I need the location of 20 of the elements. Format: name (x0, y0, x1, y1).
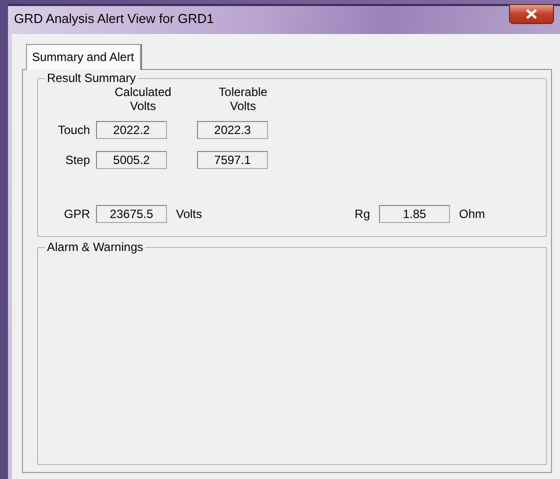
value-field: 1.85 (379, 205, 450, 223)
value-field: 23675.5 (96, 205, 167, 223)
unit-label: Volts (176, 206, 202, 223)
close-button[interactable] (509, 4, 554, 24)
window-title: GRD Analysis Alert View for GRD1 (14, 10, 214, 28)
column-header: Tolerable Volts (218, 85, 268, 113)
field-label: Rg (354, 206, 372, 223)
value-field: 2022.2 (96, 121, 167, 139)
column-header: Calculated Volts (114, 85, 172, 113)
close-icon (526, 9, 537, 19)
tab[interactable]: Summary and Alert (26, 44, 142, 70)
row-label: Touch (56, 122, 91, 139)
field-label: GPR (62, 206, 91, 223)
group-title: Result Summary (45, 71, 138, 85)
value-field: 5005.2 (96, 151, 167, 169)
value-field: 2022.3 (197, 121, 268, 139)
unit-label: Ohm (459, 206, 486, 223)
value-field: 7597.1 (197, 151, 268, 169)
group-title: Alarm & Warnings (45, 240, 146, 254)
row-label: Step (64, 152, 91, 169)
